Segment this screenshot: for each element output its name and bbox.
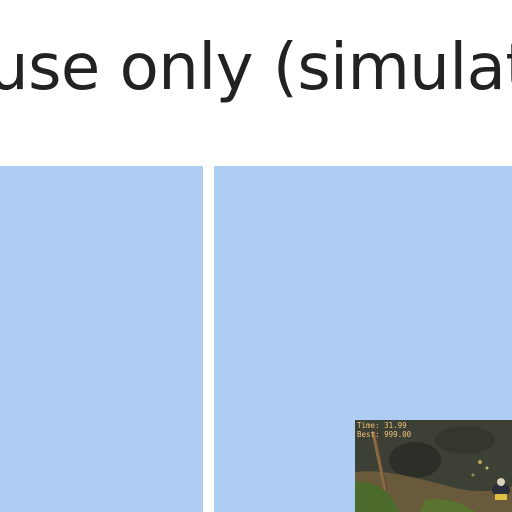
hud-best: Best: 999.00 — [357, 430, 411, 439]
page: use only (simulat Time: 31.99 Best: 999.… — [0, 0, 512, 512]
header: use only (simulat — [0, 0, 512, 166]
hud-time: Time: 31.99 — [357, 421, 411, 430]
hud-time-value: 31.99 — [384, 421, 407, 430]
hud-time-label: Time: — [357, 421, 380, 430]
page-headline: use only (simulat — [0, 31, 512, 105]
hud-best-value: 999.00 — [384, 430, 412, 439]
game-hud: Time: 31.99 Best: 999.00 — [357, 421, 411, 439]
game-viewport[interactable]: Time: 31.99 Best: 999.00 — [355, 420, 512, 512]
left-panel — [0, 166, 203, 512]
hud-best-label: Best: — [357, 430, 380, 439]
